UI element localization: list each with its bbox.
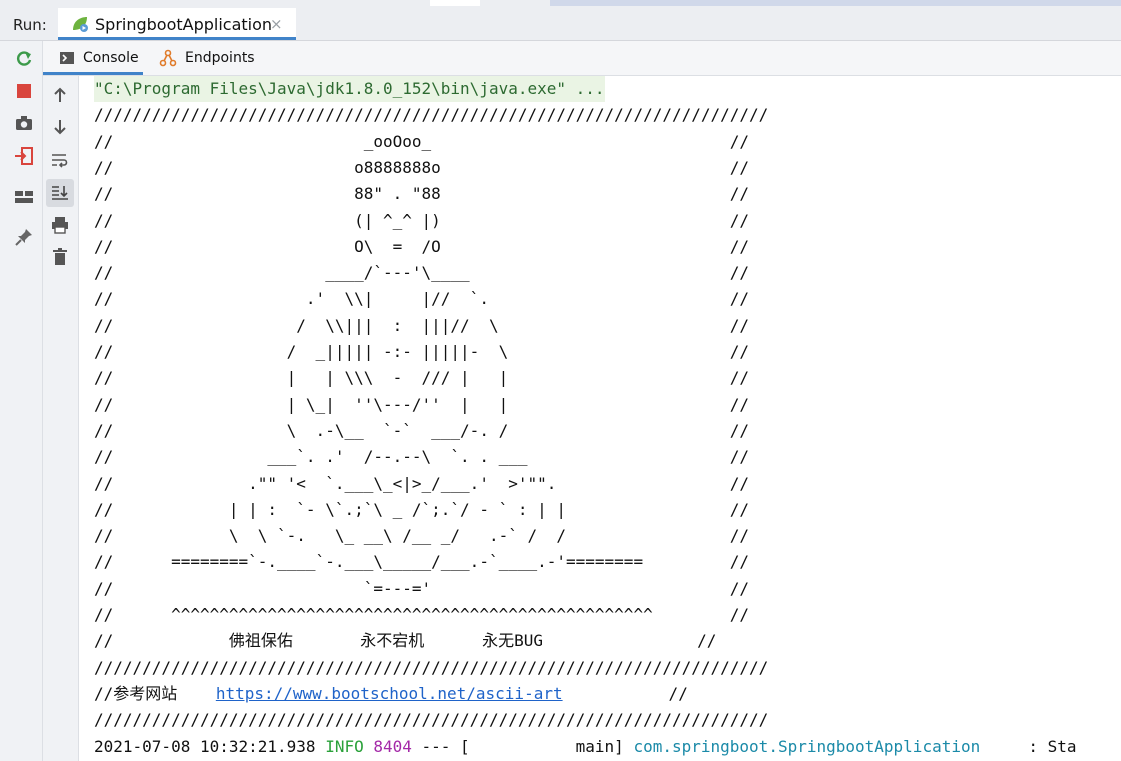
trash-icon (53, 248, 67, 265)
banner-line: ////////////////////////////////////////… (94, 657, 769, 677)
tab-console-label: Console (83, 50, 139, 66)
banner-line: // 88" . "88 // (94, 184, 750, 204)
print-button[interactable] (49, 214, 71, 236)
banner-line: // .' \\| |// `. // (94, 289, 750, 309)
banner-line: // | \_| ''\---/'' | | // (94, 394, 750, 414)
arrow-down-icon (54, 120, 66, 135)
rerun-icon (17, 51, 32, 66)
soft-wrap-icon (52, 154, 68, 168)
close-icon[interactable]: × (270, 15, 283, 33)
log-thread: --- [ main] (411, 736, 634, 756)
console-toolbar (43, 76, 79, 761)
banner-line: // _ooOoo_ // (94, 131, 750, 151)
active-tab-indicator (58, 37, 296, 40)
command-line: "C:\Program Files\Java\jdk1.8.0_152\bin\… (94, 76, 605, 102)
run-label: Run: (13, 16, 47, 34)
pin-tab-button[interactable] (13, 226, 35, 248)
banner-line: // ."" '< `.___\_<|>_/___.' >'"". // (94, 473, 750, 493)
tab-console[interactable]: Console (43, 41, 143, 75)
banner-line: ////////////////////////////////////////… (94, 105, 769, 125)
editor-selection-strip (550, 0, 1121, 6)
scroll-to-end-button[interactable] (46, 179, 74, 207)
scroll-to-end-icon (52, 186, 68, 200)
banner-line: // ___`. .' /--.--\ `. . ___ // (94, 447, 750, 467)
editor-tab-strip (430, 0, 480, 6)
dump-threads-button[interactable] (13, 112, 35, 134)
banner-line: // ____/`---'\____ // (94, 263, 750, 283)
down-stack-button[interactable] (49, 116, 71, 138)
up-stack-button[interactable] (49, 84, 71, 106)
run-tab-springboot-application[interactable]: SpringbootApplication × (58, 8, 296, 40)
log-pid: 8404 (373, 736, 412, 756)
banner-line: // \ \ `-. \_ __\ /__ _/ .-` / / // (94, 526, 750, 546)
stop-icon (17, 84, 31, 98)
reference-link[interactable]: https://www.bootschool.net/ascii-art (216, 684, 563, 703)
run-tab-title: SpringbootApplication (95, 15, 273, 34)
log-space (364, 737, 374, 756)
layout-button[interactable] (13, 186, 35, 208)
banner-line: // `=---=' // (94, 578, 750, 598)
banner-line: // O\ = /O // (94, 236, 750, 256)
reference-line: //参考网站 https://www.bootschool.net/ascii-… (94, 681, 688, 707)
exit-icon (15, 147, 33, 165)
banner-line: // 佛祖保佑 永不宕机 永无BUG // (94, 631, 717, 651)
pin-icon (15, 229, 32, 246)
exit-button[interactable] (13, 145, 35, 167)
console-icon (60, 52, 74, 64)
log-message: : Sta (980, 736, 1077, 756)
banner-line: // | | : `- \`.;`\ _ /`;.`/ - ` : | | // (94, 499, 750, 519)
arrow-up-icon (54, 87, 66, 102)
reference-suffix: // (562, 683, 688, 703)
tab-endpoints-label: Endpoints (185, 50, 255, 66)
print-icon (52, 217, 68, 234)
spring-leaf-icon (73, 17, 88, 32)
banner-line: // | | \\\ - /// | | // (94, 368, 750, 388)
log-level: INFO (325, 736, 364, 756)
layout-icon (15, 191, 33, 203)
reference-prefix: //参考网站 (94, 683, 216, 703)
run-subtabs: Console Endpoints (43, 41, 1121, 76)
endpoints-icon (159, 49, 177, 67)
console-output[interactable]: "C:\Program Files\Java\jdk1.8.0_152\bin\… (80, 76, 1121, 761)
clear-all-button[interactable] (49, 246, 71, 268)
rerun-button[interactable] (13, 48, 35, 70)
banner-line: ////////////////////////////////////////… (94, 710, 769, 730)
banner-line: // / _||||| -:- |||||- \ // (94, 342, 750, 361)
banner-line: // \ .-\__ `-` ___/-. / // (94, 420, 750, 440)
soft-wrap-button[interactable] (49, 149, 71, 171)
log-line: 2021-07-08 10:32:21.938 INFO 8404 --- [ … (94, 734, 1077, 760)
log-logger: com.springboot.SpringbootApplication (633, 736, 981, 756)
banner-line: // ^^^^^^^^^^^^^^^^^^^^^^^^^^^^^^^^^^^^^… (94, 605, 750, 624)
banner-line: // (| ^_^ |) // (94, 210, 750, 230)
banner-line: // o8888888o // (94, 157, 750, 177)
tab-endpoints[interactable]: Endpoints (155, 41, 275, 75)
banner-line: // / \\||| : |||// \ // (94, 315, 750, 335)
banner-line: // ========`-.____`-.___\_____/___.-`___… (94, 552, 750, 572)
run-left-toolbar (0, 41, 43, 761)
log-timestamp: 2021-07-08 10:32:21.938 (94, 736, 326, 756)
camera-icon (16, 116, 32, 130)
run-toolbar: Run: SpringbootApplication × (0, 0, 1121, 41)
stop-button[interactable] (13, 80, 35, 102)
